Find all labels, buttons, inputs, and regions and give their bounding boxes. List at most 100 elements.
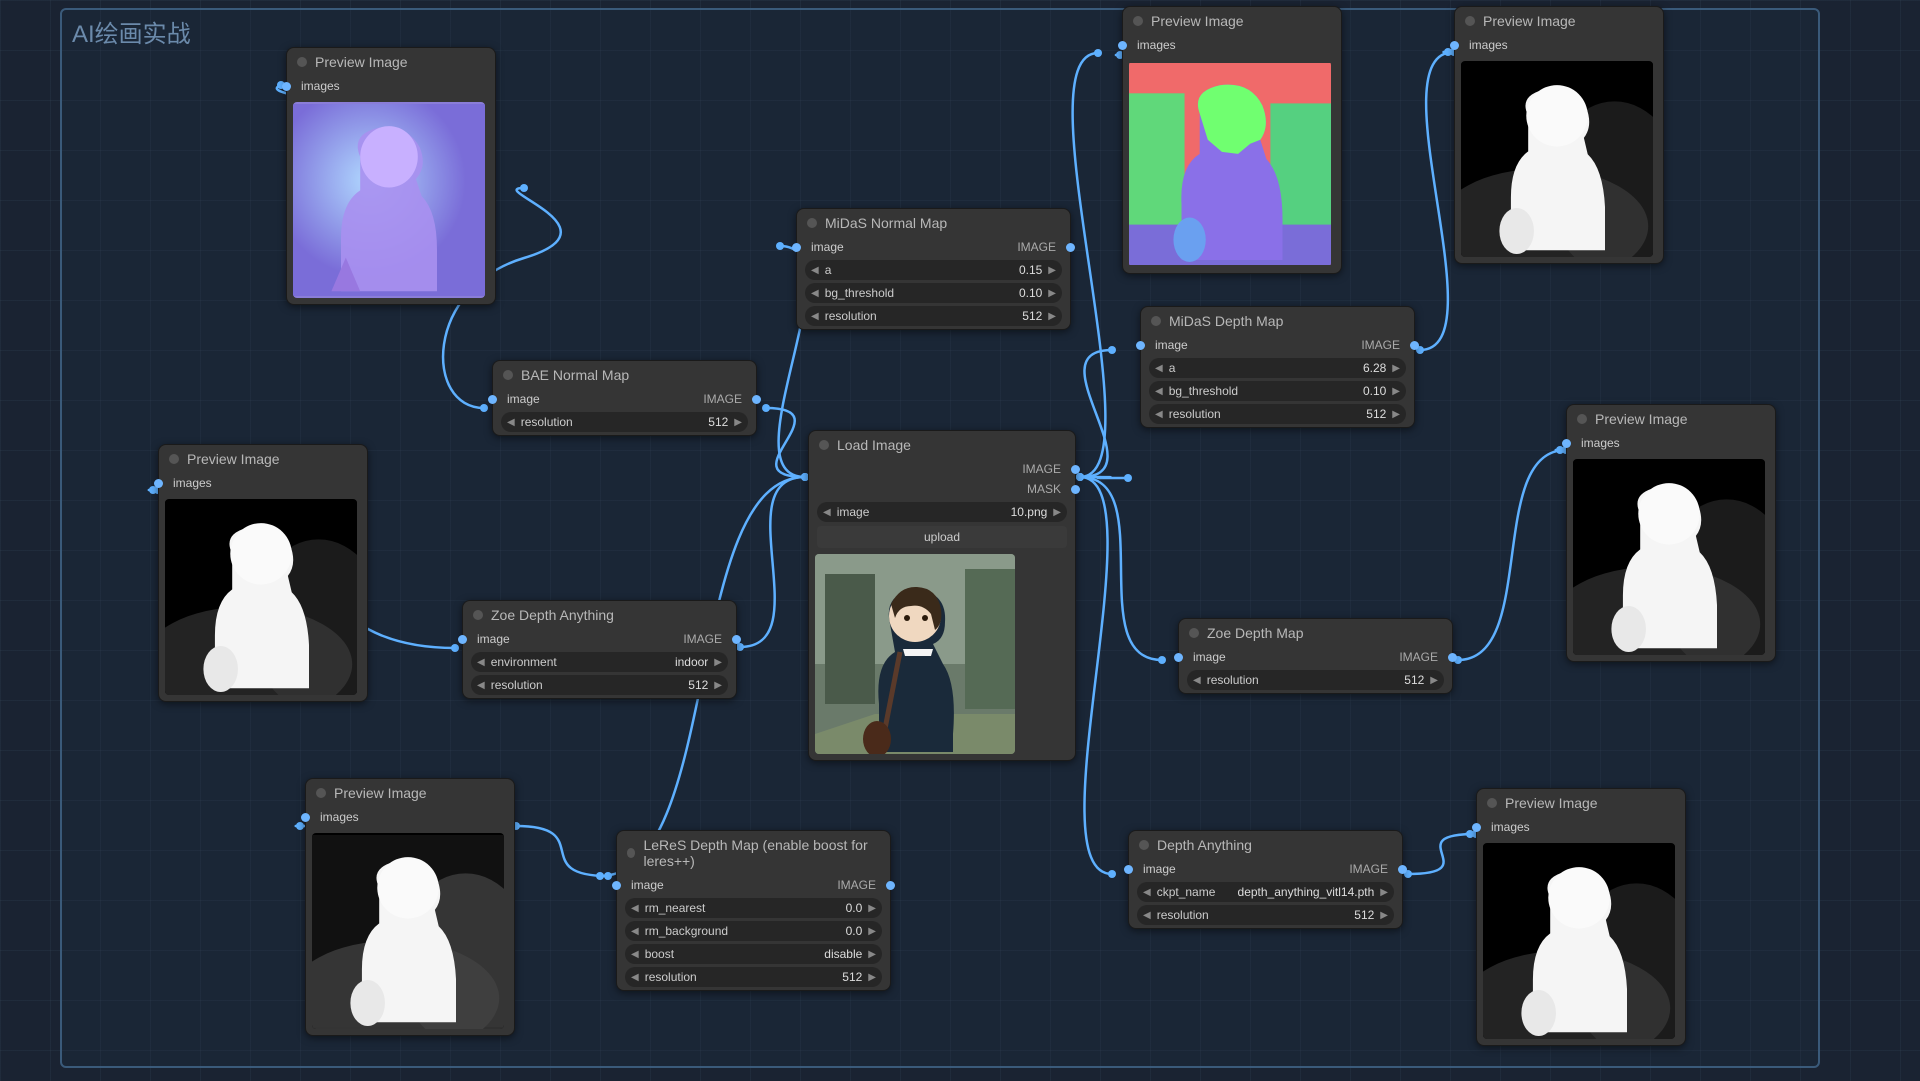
- rm-nearest-widget[interactable]: ◀ rm_nearest 0.0 ▶: [625, 898, 882, 918]
- preview-header[interactable]: Preview Image: [287, 48, 495, 76]
- collapse-dot-icon[interactable]: [627, 848, 635, 858]
- zoe-depth-anything-node[interactable]: Zoe Depth AnythingimageIMAGE◀ environmen…: [462, 600, 737, 699]
- a-widget[interactable]: ◀ a 0.15 ▶: [805, 260, 1062, 280]
- collapse-dot-icon[interactable]: [503, 370, 513, 380]
- preview-image-node[interactable]: Preview Imageimages: [1454, 6, 1664, 264]
- input-port[interactable]: [488, 395, 497, 404]
- collapse-dot-icon[interactable]: [297, 57, 307, 67]
- output-port[interactable]: [1066, 243, 1075, 252]
- input-port[interactable]: [612, 881, 621, 890]
- collapse-dot-icon[interactable]: [1139, 840, 1149, 850]
- leres-header[interactable]: LeReS Depth Map (enable boost for leres+…: [617, 831, 890, 875]
- output-port[interactable]: [1410, 341, 1419, 350]
- bg-threshold-widget[interactable]: ◀ bg_threshold 0.10 ▶: [805, 283, 1062, 303]
- boost-widget[interactable]: ◀ boost disable ▶: [625, 944, 882, 964]
- decrement-arrow-icon[interactable]: ◀: [507, 417, 515, 428]
- midas-normal-header[interactable]: MiDaS Normal Map: [797, 209, 1070, 237]
- preview-header[interactable]: Preview Image: [159, 445, 367, 473]
- increment-arrow-icon[interactable]: ▶: [868, 972, 876, 983]
- bae-header[interactable]: BAE Normal Map: [493, 361, 756, 389]
- increment-arrow-icon[interactable]: ▶: [868, 949, 876, 960]
- collapse-dot-icon[interactable]: [819, 440, 829, 450]
- collapse-dot-icon[interactable]: [473, 610, 483, 620]
- ckpt-name-widget[interactable]: ◀ ckpt_name depth_anything_vitl14.pth ▶: [1137, 882, 1394, 902]
- input-port[interactable]: [1174, 653, 1183, 662]
- resolution-widget[interactable]: ◀ resolution 512 ▶: [625, 967, 882, 987]
- input-port[interactable]: [301, 813, 310, 822]
- collapse-dot-icon[interactable]: [1133, 16, 1143, 26]
- decrement-arrow-icon[interactable]: ◀: [823, 507, 831, 518]
- output-port[interactable]: [1071, 485, 1080, 494]
- preview-image-node[interactable]: Preview Imageimages: [158, 444, 368, 702]
- preview-image-node[interactable]: Preview Imageimages: [1476, 788, 1686, 1046]
- increment-arrow-icon[interactable]: ▶: [1392, 363, 1400, 374]
- preview-header[interactable]: Preview Image: [306, 779, 514, 807]
- output-port[interactable]: [1448, 653, 1457, 662]
- bg-threshold-widget[interactable]: ◀ bg_threshold 0.10 ▶: [1149, 381, 1406, 401]
- input-port[interactable]: [1124, 865, 1133, 874]
- collapse-dot-icon[interactable]: [169, 454, 179, 464]
- decrement-arrow-icon[interactable]: ◀: [1143, 887, 1151, 898]
- preview-image-node[interactable]: Preview Imageimages: [1122, 6, 1342, 274]
- preview-image-node[interactable]: Preview Imageimages: [286, 47, 496, 305]
- collapse-dot-icon[interactable]: [1151, 316, 1161, 326]
- increment-arrow-icon[interactable]: ▶: [1392, 409, 1400, 420]
- resolution-widget[interactable]: ◀ resolution 512 ▶: [1187, 670, 1444, 690]
- collapse-dot-icon[interactable]: [1465, 16, 1475, 26]
- input-port[interactable]: [1472, 823, 1481, 832]
- input-port[interactable]: [458, 635, 467, 644]
- decrement-arrow-icon[interactable]: ◀: [1155, 363, 1163, 374]
- preview-header[interactable]: Preview Image: [1455, 7, 1663, 35]
- increment-arrow-icon[interactable]: ▶: [1053, 507, 1061, 518]
- decrement-arrow-icon[interactable]: ◀: [1155, 409, 1163, 420]
- decrement-arrow-icon[interactable]: ◀: [1143, 910, 1151, 921]
- input-port[interactable]: [154, 479, 163, 488]
- resolution-widget[interactable]: ◀ resolution 512 ▶: [1137, 905, 1394, 925]
- preview-header[interactable]: Preview Image: [1567, 405, 1775, 433]
- output-port[interactable]: [1071, 465, 1080, 474]
- collapse-dot-icon[interactable]: [1577, 414, 1587, 424]
- midas-depth-header[interactable]: MiDaS Depth Map: [1141, 307, 1414, 335]
- bae-normal-map-node[interactable]: BAE Normal MapimageIMAGE◀ resolution 512…: [492, 360, 757, 436]
- decrement-arrow-icon[interactable]: ◀: [1155, 386, 1163, 397]
- resolution-widget[interactable]: ◀ resolution 512 ▶: [1149, 404, 1406, 424]
- preview-header[interactable]: Preview Image: [1123, 7, 1341, 35]
- decrement-arrow-icon[interactable]: ◀: [631, 949, 639, 960]
- resolution-widget[interactable]: ◀ resolution 512 ▶: [501, 412, 748, 432]
- resolution-widget[interactable]: ◀ resolution 512 ▶: [471, 675, 728, 695]
- increment-arrow-icon[interactable]: ▶: [868, 903, 876, 914]
- increment-arrow-icon[interactable]: ▶: [1380, 910, 1388, 921]
- rm-background-widget[interactable]: ◀ rm_background 0.0 ▶: [625, 921, 882, 941]
- input-port[interactable]: [1136, 341, 1145, 350]
- collapse-dot-icon[interactable]: [316, 788, 326, 798]
- decrement-arrow-icon[interactable]: ◀: [477, 657, 485, 668]
- collapse-dot-icon[interactable]: [1189, 628, 1199, 638]
- load-image-node[interactable]: Load ImageIMAGEMASK◀ image 10.png ▶uploa…: [808, 430, 1076, 761]
- zoe-depth-header[interactable]: Zoe Depth Map: [1179, 619, 1452, 647]
- increment-arrow-icon[interactable]: ▶: [1048, 311, 1056, 322]
- input-port[interactable]: [792, 243, 801, 252]
- collapse-dot-icon[interactable]: [1487, 798, 1497, 808]
- increment-arrow-icon[interactable]: ▶: [1048, 288, 1056, 299]
- decrement-arrow-icon[interactable]: ◀: [631, 926, 639, 937]
- output-port[interactable]: [1398, 865, 1407, 874]
- zoe-depth-map-node[interactable]: Zoe Depth MapimageIMAGE◀ resolution 512 …: [1178, 618, 1453, 694]
- preview-image-node[interactable]: Preview Imageimages: [305, 778, 515, 1036]
- increment-arrow-icon[interactable]: ▶: [714, 680, 722, 691]
- file-widget[interactable]: ◀ image 10.png ▶: [817, 502, 1067, 522]
- resolution-widget[interactable]: ◀ resolution 512 ▶: [805, 306, 1062, 326]
- depth-anything-node[interactable]: Depth AnythingimageIMAGE◀ ckpt_name dept…: [1128, 830, 1403, 929]
- increment-arrow-icon[interactable]: ▶: [1380, 887, 1388, 898]
- decrement-arrow-icon[interactable]: ◀: [1193, 675, 1201, 686]
- collapse-dot-icon[interactable]: [807, 218, 817, 228]
- input-port[interactable]: [282, 82, 291, 91]
- output-port[interactable]: [732, 635, 741, 644]
- output-port[interactable]: [886, 881, 895, 890]
- increment-arrow-icon[interactable]: ▶: [1392, 386, 1400, 397]
- upload-button[interactable]: upload: [817, 526, 1067, 548]
- input-port[interactable]: [1118, 41, 1127, 50]
- midas-depth-map-node[interactable]: MiDaS Depth MapimageIMAGE◀ a 6.28 ▶◀ bg_…: [1140, 306, 1415, 428]
- increment-arrow-icon[interactable]: ▶: [1048, 265, 1056, 276]
- environment-widget[interactable]: ◀ environment indoor ▶: [471, 652, 728, 672]
- decrement-arrow-icon[interactable]: ◀: [811, 265, 819, 276]
